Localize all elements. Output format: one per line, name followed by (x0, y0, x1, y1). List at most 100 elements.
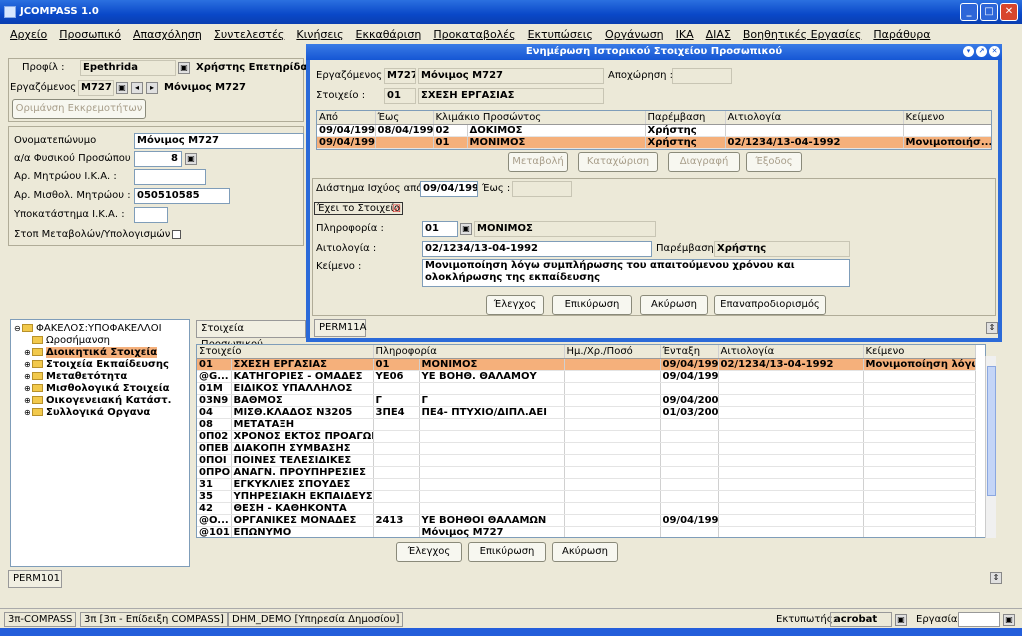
menu-file[interactable]: Αρχείο (10, 28, 47, 41)
info-lookup-icon[interactable]: ▣ (460, 223, 472, 235)
branch-field[interactable] (134, 207, 168, 223)
menu-organization[interactable]: Οργάνωση (605, 28, 664, 41)
table-row[interactable]: 31 ΕΓΚΥΚΛΙΕΣ ΣΠΟΥΔΕΣ (197, 478, 976, 491)
scroll-updown-icon[interactable]: ⇕ (990, 572, 1002, 584)
table-row[interactable]: 35 ΥΠΗΡΕΣΙΑΚΗ ΕΚΠΑΙΔΕΥΣ (197, 490, 976, 503)
menu-windows[interactable]: Παράθυρα (873, 28, 930, 41)
prev-arrow-icon[interactable]: ◂ (131, 82, 143, 94)
next-arrow-icon[interactable]: ▸ (146, 82, 158, 94)
table-row[interactable]: 0ΠΕΒ ΔΙΑΚΟΠΗ ΣΥΜΒΑΣΗΣ (197, 442, 976, 455)
dialog-minimize-icon[interactable]: ▾ (963, 46, 974, 57)
tree-root[interactable]: ⊖ ΦΑΚΕΛΟΣ:ΥΠΟΦΑΚΕΛΛΟΙ (14, 323, 186, 335)
profile-field[interactable]: Epethrida (80, 60, 176, 76)
dlg-redefine-button[interactable]: Επαναπροδιορισμός (714, 295, 826, 315)
menu-payroll[interactable]: Εκκαθάριση (356, 28, 422, 41)
table-row[interactable]: 0ΠΡΟ ΑΝΑΓΝ. ΠΡΟΥΠΗΡΕΣΙΕΣ (197, 466, 976, 479)
dialog-restore-icon[interactable]: ↗ (976, 46, 987, 57)
printer-field[interactable]: acrobat (830, 612, 892, 627)
col-header[interactable]: Πληροφορία (373, 345, 565, 359)
profile-lookup-icon[interactable]: ▣ (178, 62, 190, 74)
tree-item-family[interactable]: ⊕ Οικογενειακή Κατάστ. (14, 395, 186, 407)
menu-dias[interactable]: ΔΙΑΣ (706, 28, 731, 41)
has-element-checkbox[interactable]: ☑ (392, 204, 401, 215)
table-row[interactable]: @101 ΕΠΩΝΥΜΟ Μόνιμος M727 (197, 526, 976, 537)
table-row[interactable]: 0Π02 ΧΡΟΝΟΣ ΕΚΤΟΣ ΠΡΟΑΓΩΓ (197, 430, 976, 443)
dialog-close-icon[interactable]: ✕ (989, 46, 1000, 57)
history-row[interactable]: 09/04/199008/04/199202ΔΟΚΙΜΟΣΧρήστης (317, 124, 991, 137)
stop-changes-checkbox[interactable] (172, 229, 182, 239)
validity-from-field[interactable]: 09/04/1992 (420, 181, 478, 197)
menu-auxiliary[interactable]: Βοηθητικές Εργασίες (743, 28, 861, 41)
tree-item-salary[interactable]: ⊕ Μισθολογικά Στοιχεία (14, 383, 186, 395)
tree-item-education[interactable]: ⊕ Στοιχεία Εκπαίδευσης (14, 359, 186, 371)
printer-lookup-icon[interactable]: ▣ (895, 614, 907, 626)
col-header[interactable]: Κλιμάκιο Προσώντος (433, 111, 646, 125)
col-header[interactable]: Από (317, 111, 376, 125)
employee-code-field[interactable]: M727 (78, 80, 114, 96)
table-cell (373, 382, 420, 395)
table-row[interactable]: 04 ΜΙΣΘ.ΚΛΑΔΟΣ N3205 3ΠΕ4 ΠΕ4- ΠΤΥΧΙΟ/ΔΙΠΛ.… (197, 406, 976, 419)
table-cell: @G... (197, 370, 232, 383)
col-header[interactable]: Κείμενο (863, 345, 976, 359)
col-header[interactable]: Ένταξη (660, 345, 719, 359)
col-header[interactable]: Στοιχείο (197, 345, 374, 359)
tree-item-timesheet[interactable]: Ωροσήμανση (14, 335, 186, 347)
main-cancel-button[interactable]: Ακύρωση (552, 542, 618, 562)
table-row[interactable]: 42 ΘΕΣΗ - ΚΑΘΗΚΟΝΤΑ (197, 502, 976, 515)
fullname-field[interactable]: Μόνιμος M727 (134, 133, 304, 149)
col-header[interactable]: Αιτιολογία (718, 345, 864, 359)
menu-factors[interactable]: Συντελεστές (214, 28, 284, 41)
main-grid-scrollbar[interactable] (985, 356, 996, 538)
col-header[interactable]: Αιτιολογία (725, 111, 904, 125)
dlg-cancel-button[interactable]: Ακύρωση (640, 295, 708, 315)
scroll-thumb[interactable] (987, 366, 996, 496)
info-code-field[interactable]: 01 (422, 221, 458, 237)
history-row[interactable]: 09/04/1992 01ΜΟΝΙΜΟΣΧρήστης02/1234/13-04-… (317, 136, 991, 149)
employee-lookup-icon[interactable]: ▣ (116, 82, 128, 94)
work-field[interactable] (958, 612, 1000, 627)
table-row[interactable]: 0ΠΟΙ ΠΟΙΝΕΣ ΤΕΛΕΣΙΔΙΚΕΣ (197, 454, 976, 467)
table-row[interactable]: 01M ΕΙΔΙΚΟΣ ΥΠΑΛΛΗΛΟΣ (197, 382, 976, 395)
reason-field[interactable]: 02/1234/13-04-1992 (422, 241, 652, 257)
main-check-button[interactable]: Έλεγχος (396, 542, 462, 562)
close-button[interactable]: ✕ (1000, 3, 1018, 21)
col-header[interactable]: Κείμενο (903, 111, 991, 125)
maximize-button[interactable]: □ (980, 3, 998, 21)
menu-ika[interactable]: ΙΚΑ (676, 28, 694, 41)
col-header[interactable]: Παρέμβαση (645, 111, 726, 125)
tree-item-unions[interactable]: ⊕ Συλλογικά Οργανα (14, 407, 186, 419)
aa-lookup-icon[interactable]: ▣ (185, 153, 197, 165)
menu-prints[interactable]: Εκτυπώσεις (528, 28, 593, 41)
table-row[interactable]: 01ΣΧΕΣΗ ΕΡΓΑΣΙΑΣ01ΜΟΝΙΜΟΣ09/04/199202/12… (197, 358, 976, 371)
table-row[interactable]: @G... ΚΑΤΗΓΟΡΙΕΣ - ΟΜΑΔΕΣ ΥΕ06 ΥΕ ΒΟΗΘ. ΘΑΛ… (197, 370, 976, 383)
menu-advances[interactable]: Προκαταβολές (433, 28, 515, 41)
validity-to-field[interactable] (512, 181, 572, 197)
modify-button[interactable]: Μεταβολή (508, 152, 568, 172)
ika-field[interactable] (134, 169, 206, 185)
dlg-confirm-button[interactable]: Επικύρωση (552, 295, 632, 315)
register-button[interactable]: Καταχώριση (578, 152, 658, 172)
dlg-scroll-updown-icon[interactable]: ⇕ (986, 322, 998, 334)
table-row[interactable]: 03N9ΒΑΘΜΟΣΓΓ09/04/2003 (197, 394, 976, 407)
table-row[interactable]: 08 ΜΕΤΑΤΑΞΗ (197, 418, 976, 431)
aa-field[interactable]: 8 (134, 151, 182, 167)
dlg-check-button[interactable]: Έλεγχος (486, 295, 544, 315)
misth-label: Αρ. Μισθολ. Μητρώου : (14, 190, 131, 201)
work-lookup-icon[interactable]: ▣ (1003, 614, 1015, 626)
delete-button[interactable]: Διαγραφή (668, 152, 740, 172)
minimize-button[interactable]: _ (960, 3, 978, 21)
menu-employment[interactable]: Απασχόληση (133, 28, 202, 41)
col-header[interactable]: Έως (375, 111, 434, 125)
col-header[interactable]: Ημ./Χρ./Ποσό (564, 345, 661, 359)
table-row[interactable]: @O... ΟΡΓΑΝΙΚΕΣ ΜΟΝΑΔΕΣ 2413 ΥΕ ΒΟΗΘΟΙ ΘΑΛΑ… (197, 514, 976, 527)
tree-item-admin[interactable]: ⊕ Διοικητικά Στοιχεία (14, 347, 186, 359)
misth-field[interactable]: 050510585 (134, 188, 230, 204)
pending-items-button[interactable]: Οριμάνση Εκκρεμοτήτων (12, 99, 146, 119)
text-field[interactable]: Μονιμοποίηση λόγω συμπλήρωσης του απαιτο… (422, 259, 850, 287)
menu-personnel[interactable]: Προσωπικό (59, 28, 121, 41)
tree-item-transfer[interactable]: ⊕ Μεταθετότητα (14, 371, 186, 383)
menu-movements[interactable]: Κινήσεις (296, 28, 343, 41)
main-confirm-button[interactable]: Επικύρωση (468, 542, 546, 562)
exit-button[interactable]: Έξοδος (746, 152, 802, 172)
tab-personnel-elements[interactable]: Στοιχεία Προσωπικού (196, 320, 306, 350)
